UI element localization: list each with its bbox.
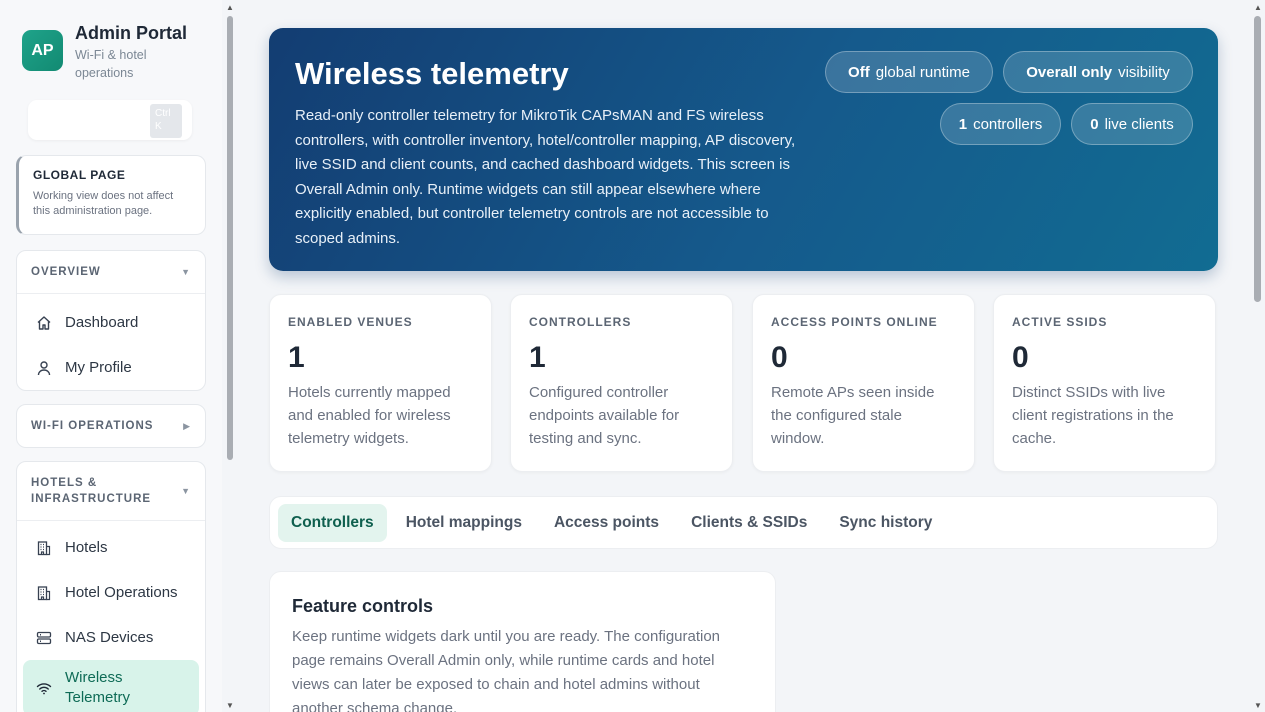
hotels-section-toggle[interactable]: HOTELS & INFRASTRUCTURE ▼ [17, 462, 205, 520]
sidebar-item-hotels[interactable]: Hotels [17, 525, 205, 570]
stat-label: CONTROLLERS [529, 315, 632, 329]
sidebar-item-label: NAS Devices [65, 629, 154, 646]
visibility-value: Overall only [1026, 63, 1113, 81]
sidebar-item-label: My Profile [65, 359, 132, 376]
sidebar-item-label: Hotel Operations [65, 584, 178, 601]
controllers-label: controllers [973, 115, 1043, 133]
global-page-card: GLOBAL PAGE Working view does not affect… [16, 155, 206, 235]
sidebar-scrollbar-thumb[interactable] [227, 16, 233, 460]
sidebar-item-wireless-telemetry[interactable]: Wireless Telemetry [23, 660, 199, 712]
chevron-right-icon: ▶ [183, 420, 191, 431]
wifi-icon [35, 679, 53, 697]
wifi-operations-section[interactable]: WI-FI OPERATIONS ▶ [16, 404, 206, 448]
scroll-up-icon[interactable]: ▲ [1254, 3, 1262, 12]
scroll-up-icon[interactable]: ▲ [226, 3, 234, 12]
stat-value: 1 [529, 341, 546, 374]
sidebar-item-nas-devices[interactable]: NAS Devices [17, 615, 205, 660]
global-page-description: Working view does not affect this admini… [33, 190, 174, 217]
telemetry-tabs: Controllers Hotel mappings Access points… [269, 496, 1218, 549]
sidebar-item-label: Wireless Telemetry [65, 669, 131, 706]
sidebar: AP Admin Portal Wi-Fi & hotel operations… [0, 0, 222, 712]
controllers-count: 1 [958, 115, 968, 133]
stat-value: 0 [771, 341, 788, 374]
stat-label: ACTIVE SSIDS [1012, 315, 1108, 329]
overview-section-toggle[interactable]: OVERVIEW ▼ [17, 251, 205, 293]
stat-value: 1 [288, 341, 305, 374]
tab-access-points[interactable]: Access points [541, 504, 672, 542]
page-title: Wireless telemetry [295, 56, 569, 91]
sidebar-item-label: Hotels [65, 539, 108, 556]
clients-pill: 0 live clients [1071, 103, 1193, 145]
building-icon [35, 584, 53, 602]
main-scrollbar-thumb[interactable] [1254, 16, 1261, 302]
overview-label: OVERVIEW [31, 266, 101, 278]
scroll-down-icon[interactable]: ▼ [226, 701, 234, 710]
clients-count: 0 [1090, 115, 1099, 133]
tab-controllers[interactable]: Controllers [278, 503, 387, 542]
stat-label: ACCESS POINTS ONLINE [771, 315, 938, 329]
main-scrollbar[interactable]: ▲ ▼ [1252, 0, 1264, 712]
user-icon [35, 359, 53, 377]
stat-description: Configured controller endpoints availabl… [529, 384, 680, 447]
hotels-section: HOTELS & INFRASTRUCTURE ▼ Hotels Hotel O… [16, 461, 206, 712]
stat-description: Remote APs seen inside the configured st… [771, 384, 935, 447]
brand-subtitle: Wi-Fi & hotel operations [75, 48, 147, 80]
visibility-pill: Overall only visibility [1003, 51, 1193, 93]
stat-active-ssids: ACTIVE SSIDS 0 Distinct SSIDs with live … [993, 294, 1216, 472]
scroll-down-icon[interactable]: ▼ [1254, 701, 1262, 710]
tab-sync-history[interactable]: Sync history [826, 504, 945, 542]
search-input[interactable]: Ctrl K [28, 100, 192, 140]
stat-access-points-online: ACCESS POINTS ONLINE 0 Remote APs seen i… [752, 294, 975, 472]
overview-section: OVERVIEW ▼ Dashboard My Profile [16, 250, 206, 391]
building-icon [35, 539, 53, 557]
home-icon [35, 314, 53, 332]
visibility-label: visibility [1118, 63, 1170, 81]
stat-label: ENABLED VENUES [288, 315, 413, 329]
sidebar-item-my-profile[interactable]: My Profile [17, 345, 205, 390]
search-shortcut: Ctrl K [150, 104, 182, 138]
brand-title: Admin Portal [75, 23, 188, 43]
runtime-value: Off [848, 63, 870, 81]
brand[interactable]: AP Admin Portal Wi-Fi & hotel operations [22, 22, 187, 82]
hero-banner: Wireless telemetry Read-only controller … [269, 28, 1218, 271]
chevron-down-icon: ▼ [181, 267, 191, 277]
sidebar-item-label: Dashboard [65, 314, 139, 331]
hotels-label: HOTELS & INFRASTRUCTURE [31, 477, 152, 505]
sidebar-item-dashboard[interactable]: Dashboard [17, 300, 205, 345]
global-page-heading: GLOBAL PAGE [33, 168, 126, 182]
clients-label: live clients [1104, 115, 1174, 133]
brand-logo: AP [22, 30, 63, 71]
sidebar-item-hotel-operations[interactable]: Hotel Operations [17, 570, 205, 615]
stat-description: Distinct SSIDs with live client registra… [1012, 384, 1174, 447]
feature-controls-title: Feature controls [292, 596, 434, 616]
sidebar-scrollbar[interactable]: ▲ ▼ [225, 0, 235, 712]
tab-hotel-mappings[interactable]: Hotel mappings [393, 504, 535, 542]
runtime-pill: Off global runtime [825, 51, 993, 93]
stat-enabled-venues: ENABLED VENUES 1 Hotels currently mapped… [269, 294, 492, 472]
stat-controllers: CONTROLLERS 1 Configured controller endp… [510, 294, 733, 472]
tab-clients-ssids[interactable]: Clients & SSIDs [678, 504, 820, 542]
server-icon [35, 629, 53, 647]
controllers-pill: 1 controllers [940, 103, 1061, 145]
stat-value: 0 [1012, 341, 1029, 374]
wifi-operations-label: WI-FI OPERATIONS [31, 420, 154, 432]
chevron-down-icon: ▼ [181, 486, 191, 496]
runtime-label: global runtime [875, 63, 970, 81]
feature-controls-card: Feature controls Keep runtime widgets da… [269, 571, 776, 712]
stat-description: Hotels currently mapped and enabled for … [288, 384, 451, 447]
page-description: Read-only controller telemetry for Mikro… [295, 107, 796, 247]
feature-controls-description: Keep runtime widgets dark until you are … [292, 628, 721, 712]
